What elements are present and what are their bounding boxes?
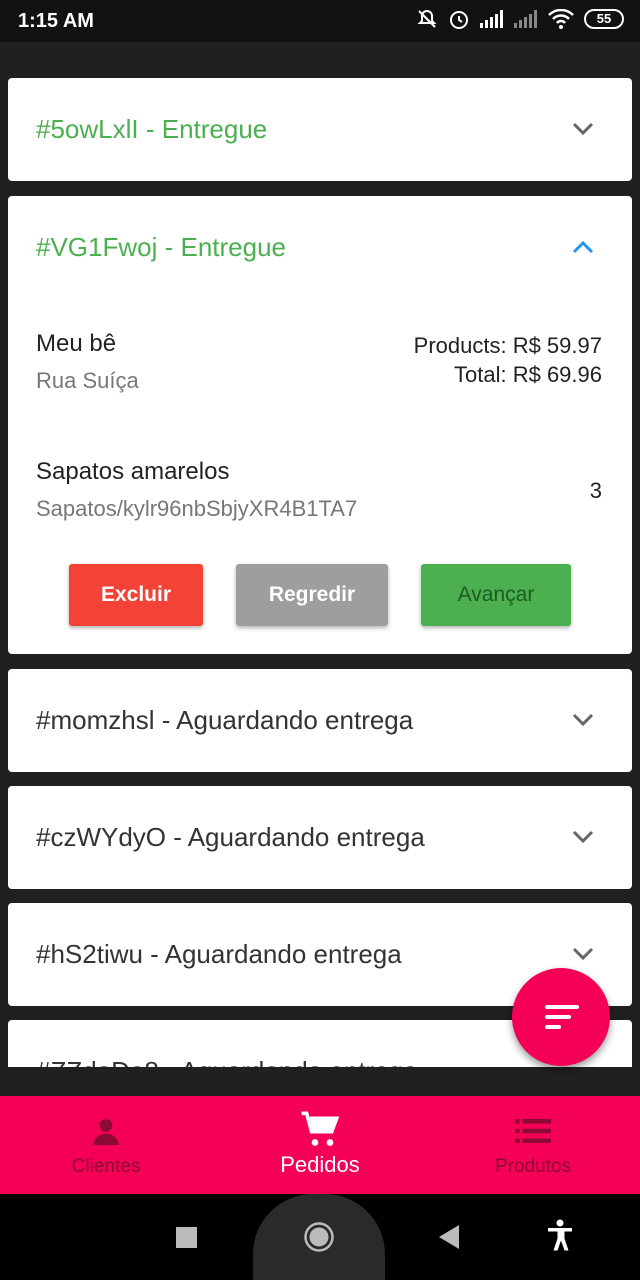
nav-label-products: Produtos bbox=[494, 1156, 572, 1177]
order-title: #ZZdoDe8 - Aguardando entrega bbox=[36, 1056, 418, 1067]
chevron-down-icon[interactable] bbox=[572, 122, 594, 136]
home-icon[interactable] bbox=[303, 1221, 335, 1253]
back-status-button[interactable]: Regredir bbox=[236, 564, 388, 626]
system-navigation-bar bbox=[0, 1194, 640, 1280]
bottom-navigation: Clientes Pedidos Produtos bbox=[0, 1096, 640, 1194]
order-title: #czWYdyO - Aguardando entrega bbox=[36, 822, 425, 852]
orders-list[interactable]: #5owLxlI - Entregue #VG1Fwoj - Entregue … bbox=[0, 42, 640, 1067]
delete-button[interactable]: Excluir bbox=[69, 564, 203, 626]
list-icon bbox=[515, 1119, 551, 1143]
client-address: Rua Suíça bbox=[36, 368, 139, 393]
order-card[interactable]: #momzhsl - Aguardando entrega bbox=[8, 669, 632, 772]
signal-weak-icon bbox=[514, 10, 537, 28]
sort-button[interactable] bbox=[512, 968, 610, 1066]
recents-icon[interactable] bbox=[176, 1227, 197, 1248]
order-title: #VG1Fwoj - Entregue bbox=[36, 232, 287, 262]
status-icons: 55 bbox=[416, 8, 624, 30]
order-total: Total: R$ 69.96 bbox=[454, 362, 602, 387]
order-title: #5owLxlI - Entregue bbox=[36, 114, 268, 144]
alarm-icon bbox=[450, 11, 468, 29]
chevron-down-icon[interactable] bbox=[572, 713, 594, 727]
item-path: Sapatos/kylr96nbSbjyXR4B1TA7 bbox=[36, 496, 358, 521]
status-time: 1:15 AM bbox=[18, 10, 94, 32]
order-title: #hS2tiwu - Aguardando entrega bbox=[36, 939, 402, 969]
client-name: Meu bê bbox=[36, 330, 117, 357]
back-icon[interactable] bbox=[439, 1225, 461, 1249]
order-card[interactable]: #5owLxlI - Entregue bbox=[8, 78, 632, 181]
chevron-down-icon[interactable] bbox=[572, 830, 594, 844]
products-total: Products: R$ 59.97 bbox=[413, 333, 602, 358]
order-title: #momzhsl - Aguardando entrega bbox=[36, 705, 414, 735]
nav-label-clients: Clientes bbox=[71, 1156, 141, 1177]
chevron-up-icon[interactable] bbox=[572, 240, 594, 254]
status-bar: 1:15 AM 55 bbox=[0, 0, 640, 42]
chevron-down-icon[interactable] bbox=[572, 947, 594, 961]
cart-icon bbox=[301, 1111, 340, 1146]
battery-icon: 55 bbox=[584, 9, 624, 29]
order-card[interactable]: #czWYdyO - Aguardando entrega bbox=[8, 786, 632, 889]
item-name: Sapatos amarelos bbox=[36, 458, 230, 485]
nav-label-orders: Pedidos bbox=[280, 1152, 360, 1177]
item-quantity: 3 bbox=[589, 478, 602, 503]
advance-status-button[interactable]: Avançar bbox=[421, 564, 571, 626]
accessibility-icon[interactable] bbox=[547, 1219, 573, 1251]
signal-icon bbox=[480, 10, 503, 28]
person-icon bbox=[93, 1118, 119, 1146]
order-card-expanded[interactable]: #VG1Fwoj - Entregue Meu bê Rua Suíça Pro… bbox=[8, 196, 632, 654]
nav-item-orders[interactable]: Pedidos bbox=[220, 1096, 420, 1194]
wifi-icon bbox=[548, 9, 574, 29]
nav-item-clients[interactable]: Clientes bbox=[6, 1096, 206, 1194]
nav-item-products[interactable]: Produtos bbox=[433, 1096, 633, 1194]
mute-icon bbox=[417, 9, 437, 28]
